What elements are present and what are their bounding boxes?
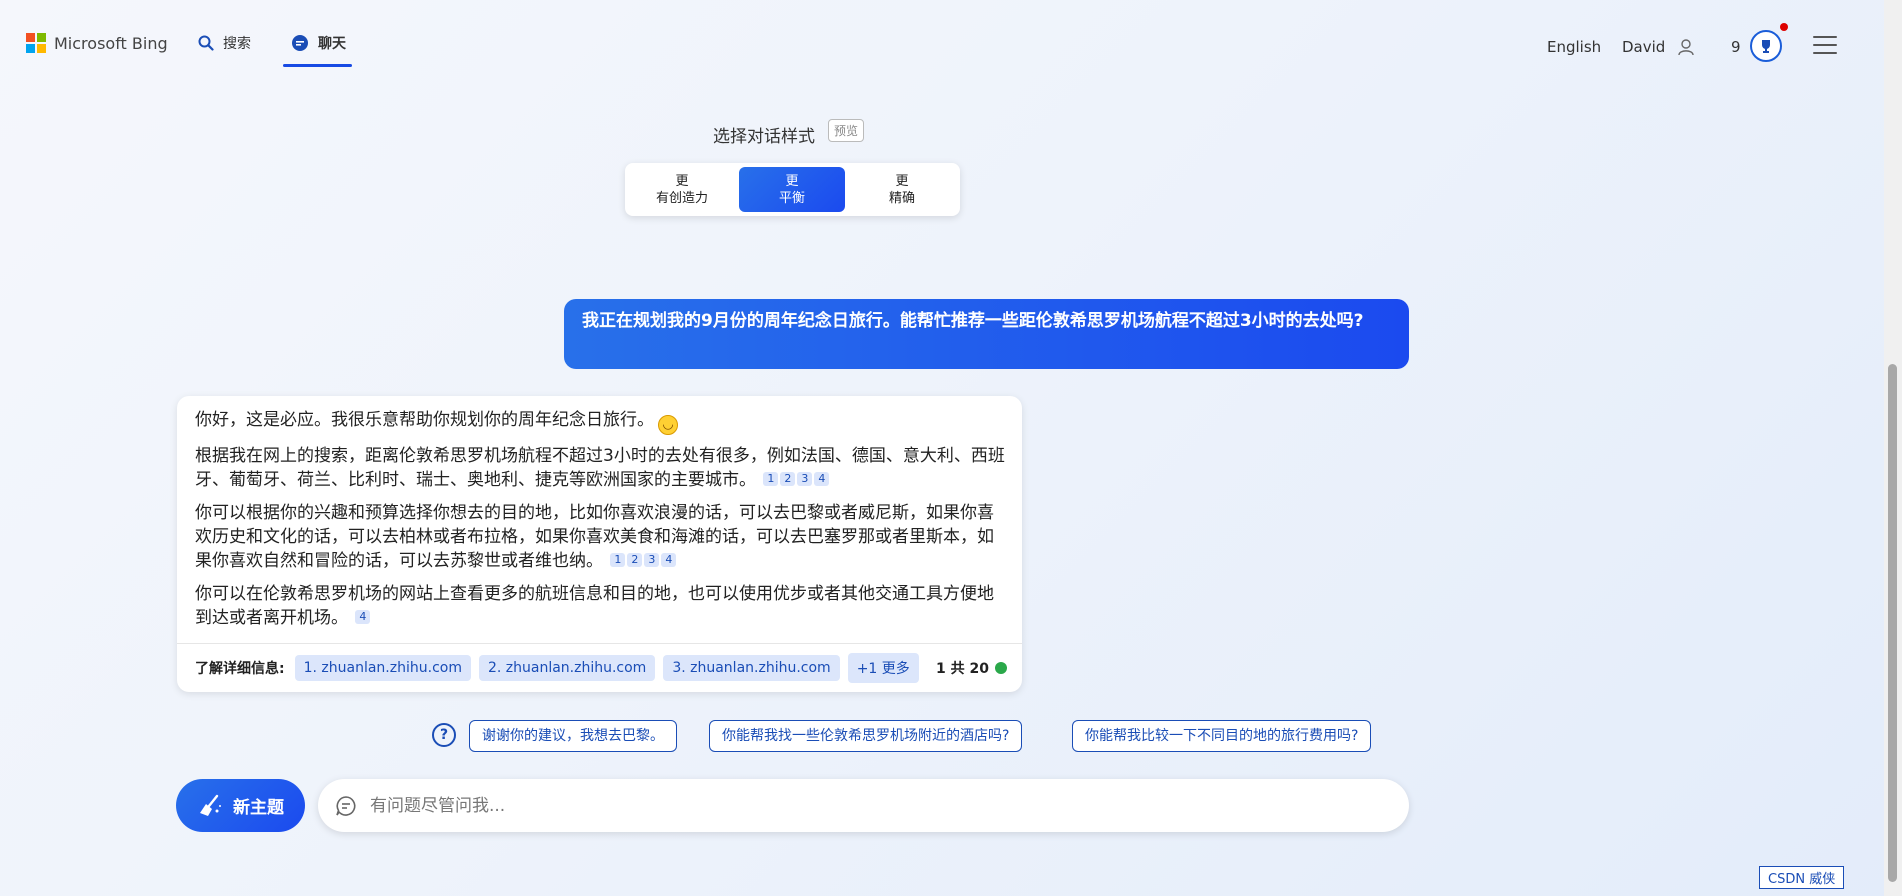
bot-paragraph: 你可以根据你的兴趣和预算选择你想去的目的地，比如你喜欢浪漫的话，可以去巴黎或者威… bbox=[195, 501, 1010, 573]
style-option-line1: 更 bbox=[675, 173, 689, 189]
logo-text: Microsoft Bing bbox=[54, 33, 168, 53]
bot-paragraph: 你可以在伦敦希思罗机场的网站上查看更多的航班信息和目的地，也可以使用优步或者其他… bbox=[195, 582, 1010, 630]
style-option-balanced[interactable]: 更 平衡 bbox=[739, 167, 845, 212]
bing-chat-page: Microsoft Bing 搜索 聊天 English David 9 选择对… bbox=[0, 0, 1884, 896]
bing-logo[interactable]: Microsoft Bing bbox=[26, 33, 168, 53]
conversation-style-selector: 更 有创造力 更 平衡 更 精确 bbox=[625, 163, 960, 216]
source-link[interactable]: 3. zhuanlan.zhihu.com bbox=[663, 655, 840, 681]
learn-more-row: 了解详细信息: 1. zhuanlan.zhihu.com 2. zhuanla… bbox=[195, 653, 1007, 683]
style-option-line2: 有创造力 bbox=[655, 190, 708, 206]
microsoft-logo-icon bbox=[26, 33, 46, 53]
bot-greeting-text: 你好，这是必应。我很乐意帮助你规划你的周年纪念日旅行。 bbox=[195, 410, 654, 430]
user-avatar-icon[interactable] bbox=[1671, 32, 1701, 62]
style-option-line1: 更 bbox=[895, 173, 909, 189]
bot-text: 根据我在网上的搜索，距离伦敦希思罗机场航程不超过3小时的去处有很多，例如法国、德… bbox=[195, 446, 1005, 490]
citation-link[interactable]: 1 bbox=[610, 553, 626, 567]
suggestion-chip[interactable]: 你能帮我比较一下不同目的地的旅行费用吗? bbox=[1072, 720, 1372, 752]
bot-response-body: 你好，这是必应。我很乐意帮助你规划你的周年纪念日旅行。 ◡ 根据我在网上的搜索，距… bbox=[195, 408, 1010, 639]
nav-search-tab[interactable]: 搜索 bbox=[198, 33, 251, 53]
rewards-count[interactable]: 9 bbox=[1731, 38, 1741, 56]
active-tab-indicator bbox=[283, 64, 352, 67]
more-sources-button[interactable]: +1 更多 bbox=[847, 653, 919, 683]
preview-badge: 预览 bbox=[828, 119, 865, 142]
watermark: CSDN 威侠 bbox=[1759, 866, 1845, 889]
chat-input[interactable] bbox=[368, 794, 1372, 817]
learn-more-label: 了解详细信息: bbox=[195, 661, 285, 677]
user-name[interactable]: David bbox=[1622, 38, 1665, 56]
nav-search-label: 搜索 bbox=[223, 36, 251, 52]
hamburger-menu-icon[interactable] bbox=[1813, 36, 1837, 60]
citation-link[interactable]: 4 bbox=[814, 472, 830, 486]
question-help-icon[interactable]: ? bbox=[432, 723, 456, 747]
citation-link[interactable]: 4 bbox=[661, 553, 677, 567]
style-selector-title: 选择对话样式 bbox=[713, 127, 815, 147]
turn-counter-text: 1 共 20 bbox=[936, 661, 989, 677]
bot-paragraph: 根据我在网上的搜索，距离伦敦希思罗机场航程不超过3小时的去处有很多，例如法国、德… bbox=[195, 444, 1010, 492]
status-dot-icon bbox=[995, 662, 1007, 674]
chat-input-container[interactable] bbox=[318, 779, 1409, 832]
language-switch[interactable]: English bbox=[1547, 38, 1601, 56]
bot-text: 你可以在伦敦希思罗机场的网站上查看更多的航班信息和目的地，也可以使用优步或者其他… bbox=[195, 584, 994, 628]
suggestion-chip[interactable]: 谢谢你的建议，我想去巴黎。 bbox=[469, 720, 677, 752]
citation-link[interactable]: 3 bbox=[644, 553, 660, 567]
divider bbox=[177, 643, 1022, 644]
broom-icon bbox=[200, 794, 221, 816]
citation-link[interactable]: 4 bbox=[355, 610, 371, 624]
nav-chat-label: 聊天 bbox=[318, 36, 346, 52]
turn-counter: 1 共 20 bbox=[936, 658, 1007, 678]
source-link[interactable]: 1. zhuanlan.zhihu.com bbox=[294, 655, 471, 681]
style-option-line1: 更 bbox=[785, 173, 799, 189]
citation-link[interactable]: 1 bbox=[763, 472, 779, 486]
style-option-line2: 精确 bbox=[888, 190, 915, 206]
nav-chat-tab[interactable]: 聊天 bbox=[291, 33, 346, 53]
style-option-precise[interactable]: 更 精确 bbox=[849, 167, 955, 212]
smile-emoji-icon: ◡ bbox=[658, 415, 678, 435]
citation-link[interactable]: 2 bbox=[627, 553, 643, 567]
notification-dot bbox=[1780, 23, 1788, 31]
suggestion-chip[interactable]: 你能帮我找一些伦敦希思罗机场附近的酒店吗? bbox=[709, 720, 1023, 752]
scrollbar-thumb[interactable] bbox=[1888, 364, 1897, 882]
chat-bubble-icon bbox=[292, 35, 308, 51]
user-message-bubble: 我正在规划我的9月份的周年纪念日旅行。能帮忙推荐一些距伦敦希思罗机场航程不超过3… bbox=[564, 299, 1409, 369]
style-option-creative[interactable]: 更 有创造力 bbox=[629, 167, 735, 212]
citation-link[interactable]: 2 bbox=[780, 472, 796, 486]
rewards-trophy-icon[interactable] bbox=[1750, 30, 1782, 62]
bot-text: 你可以根据你的兴趣和预算选择你想去的目的地，比如你喜欢浪漫的话，可以去巴黎或者威… bbox=[195, 503, 994, 571]
bot-response-card: 你好，这是必应。我很乐意帮助你规划你的周年纪念日旅行。 ◡ 根据我在网上的搜索，距… bbox=[177, 396, 1022, 692]
search-icon bbox=[198, 35, 214, 51]
citation-link[interactable]: 3 bbox=[797, 472, 813, 486]
chat-input-icon bbox=[336, 795, 356, 816]
new-topic-button[interactable]: 新主题 bbox=[176, 779, 305, 832]
bot-paragraph: 你好，这是必应。我很乐意帮助你规划你的周年纪念日旅行。 ◡ bbox=[195, 408, 1010, 435]
new-topic-label: 新主题 bbox=[233, 798, 284, 818]
source-link[interactable]: 2. zhuanlan.zhihu.com bbox=[478, 655, 656, 681]
style-option-line2: 平衡 bbox=[778, 190, 805, 206]
